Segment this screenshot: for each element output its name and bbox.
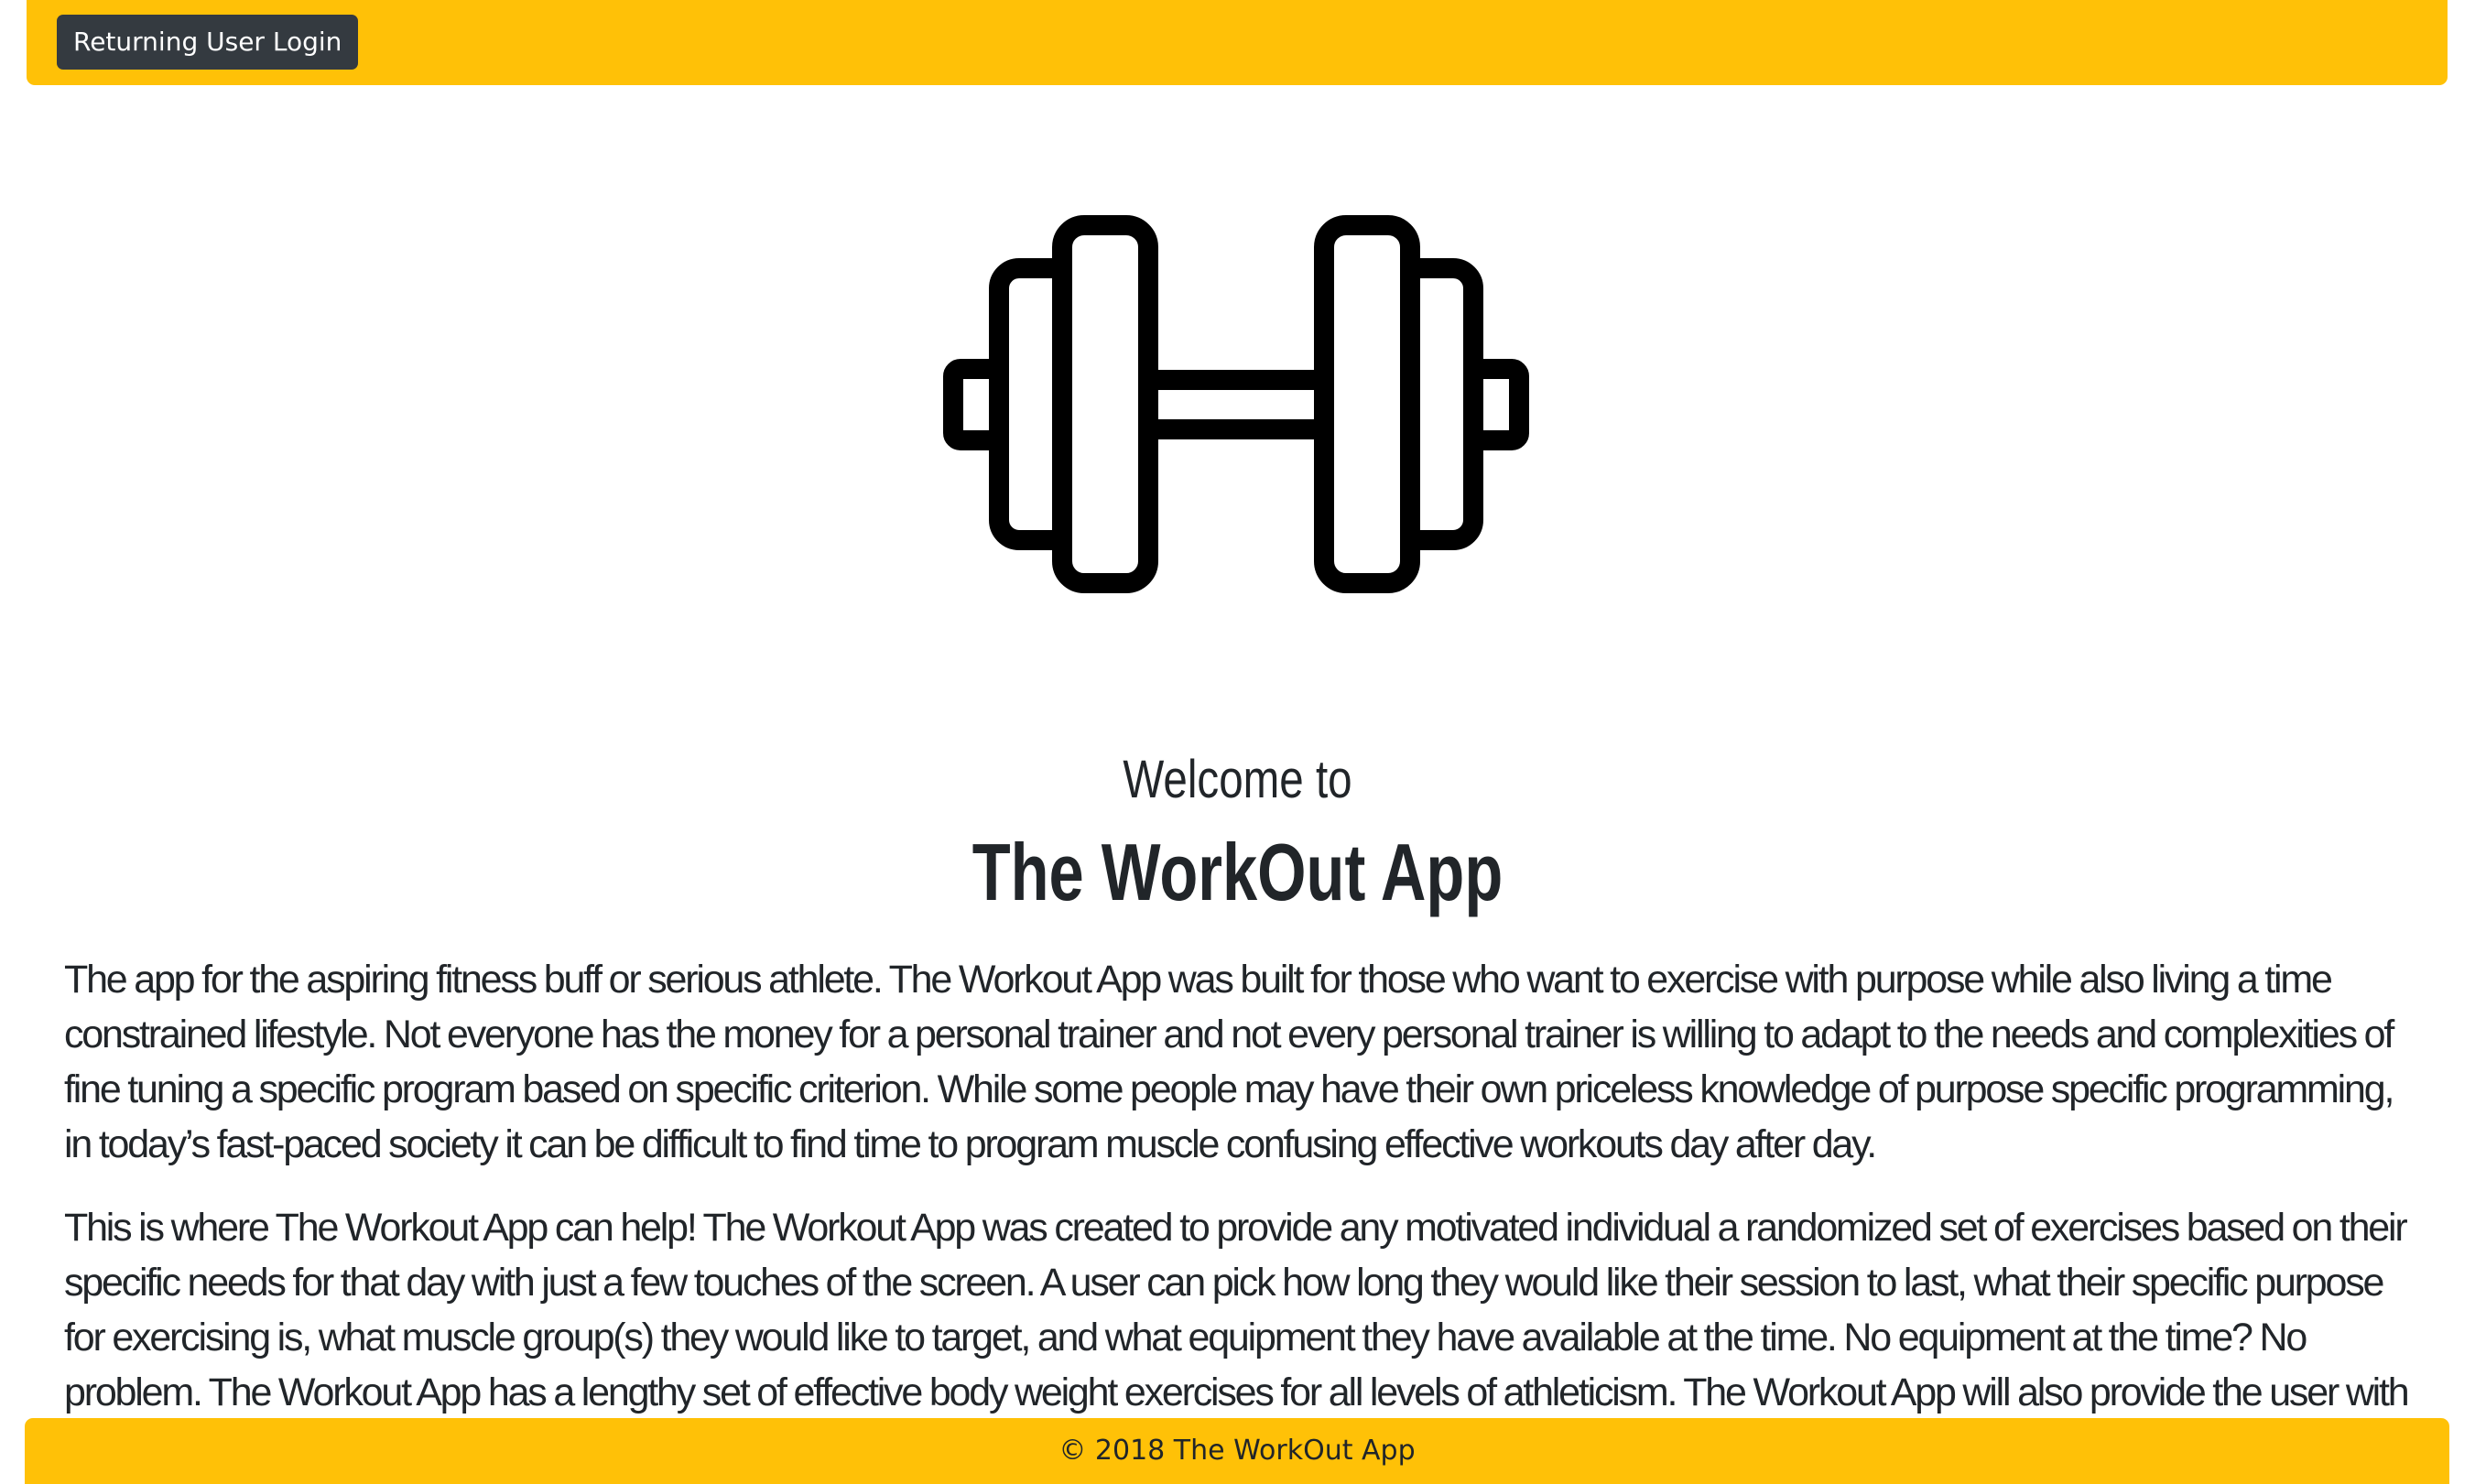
returning-user-login-button[interactable]: Returning User Login — [57, 15, 359, 70]
intro-content: The app for the aspiring fitness buff or… — [64, 952, 2408, 1421]
welcome-heading: Welcome to — [1123, 750, 1352, 809]
dumbbell-icon — [943, 215, 1529, 593]
footer-copyright: © 2018 The WorkOut App — [1058, 1435, 1416, 1467]
app-title: The WorkOut App — [972, 827, 1503, 917]
intro-paragraph: The app for the aspiring fitness buff or… — [64, 958, 2394, 1166]
top-navbar: Returning User Login — [27, 0, 2448, 85]
footer: © 2018 The WorkOut App — [25, 1418, 2449, 1484]
features-paragraph: This is where The Workout App can help! … — [64, 1206, 2408, 1414]
